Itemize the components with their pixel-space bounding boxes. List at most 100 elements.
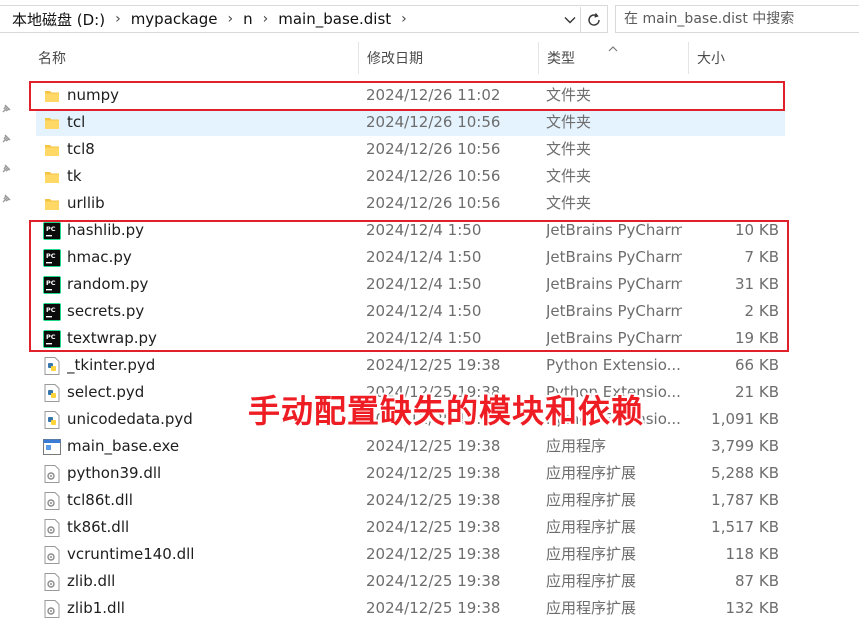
file-name: python39.dll xyxy=(67,464,162,482)
file-date: 2024/12/26 10:56 xyxy=(366,194,501,212)
file-name: _tkinter.pyd xyxy=(67,356,156,374)
file-name: select.pyd xyxy=(67,383,145,401)
breadcrumb-item-n[interactable]: n xyxy=(239,10,257,28)
file-date: 2024/12/26 11:02 xyxy=(366,86,501,104)
file-row[interactable]: zlib1.dll 2024/12/25 19:38 应用程序扩展 132 KB xyxy=(36,595,785,622)
file-date: 2024/12/25 19:38 xyxy=(366,491,501,509)
file-row[interactable]: main_base.exe 2024/12/25 19:38 应用程序 3,799 K… xyxy=(36,433,785,460)
annotation-text: 手动配置缺失的模块和依赖 xyxy=(248,392,645,430)
file-row[interactable]: vcruntime140.dll 2024/12/25 19:38 应用程序扩展 11… xyxy=(36,541,785,568)
breadcrumb-item-main-base-dist[interactable]: main_base.dist xyxy=(274,10,395,28)
folder-icon xyxy=(42,190,62,217)
dll-icon xyxy=(42,568,62,595)
folder-icon xyxy=(42,82,62,109)
file-size: 118 KB xyxy=(725,545,779,563)
refresh-icon[interactable] xyxy=(580,7,607,33)
file-name: urllib xyxy=(67,194,105,212)
column-headers: 名称 修改日期 类型 大小 xyxy=(30,42,859,74)
breadcrumb-chevron-icon[interactable]: › xyxy=(395,11,413,27)
file-type: 文件夹 xyxy=(546,113,592,131)
column-header-name[interactable]: 名称 xyxy=(30,42,358,74)
file-row[interactable]: PC random.py 2024/12/4 1:50 JetBrains PyCha… xyxy=(36,271,785,298)
dll-icon xyxy=(42,487,62,514)
file-row[interactable]: PC hashlib.py 2024/12/4 1:50 JetBrains PyCh… xyxy=(36,217,785,244)
file-type: 应用程序扩展 xyxy=(546,572,637,590)
file-date: 2024/12/25 19:38 xyxy=(366,356,501,374)
file-name: tk86t.dll xyxy=(67,518,130,536)
file-row[interactable]: tk86t.dll 2024/12/25 19:38 应用程序扩展 1,517 KB xyxy=(36,514,785,541)
breadcrumb: 本地磁盘 (D:) › mypackage › n › main_base.di… xyxy=(8,6,413,32)
folder-icon xyxy=(42,163,62,190)
file-type: 应用程序扩展 xyxy=(546,518,637,536)
breadcrumb-chevron-icon[interactable]: › xyxy=(222,11,240,27)
file-type: JetBrains PyCharm xyxy=(546,275,682,293)
pycharm-icon: PC xyxy=(42,244,62,271)
file-type: 文件夹 xyxy=(546,194,592,212)
file-size: 1,091 KB xyxy=(711,410,779,428)
pycharm-icon: PC xyxy=(42,325,62,352)
breadcrumb-item-mypackage[interactable]: mypackage xyxy=(127,10,222,28)
pin-icon[interactable] xyxy=(0,160,12,173)
file-row[interactable]: PC hmac.py 2024/12/4 1:50 JetBrains PyCharm… xyxy=(36,244,785,271)
file-name: tcl86t.dll xyxy=(67,491,133,509)
file-size xyxy=(696,109,779,136)
file-date: 2024/12/4 1:50 xyxy=(366,275,482,293)
folder-row[interactable]: numpy 2024/12/26 11:02 文件夹 xyxy=(36,82,785,109)
file-name: textwrap.py xyxy=(67,329,157,347)
pin-icon[interactable] xyxy=(0,130,12,143)
file-date: 2024/12/26 10:56 xyxy=(366,140,501,158)
file-size xyxy=(696,136,779,163)
file-size: 1,517 KB xyxy=(711,518,779,536)
file-row[interactable]: PC secrets.py 2024/12/4 1:50 JetBrains PyCh… xyxy=(36,298,785,325)
file-size: 66 KB xyxy=(735,356,779,374)
column-header-date[interactable]: 修改日期 xyxy=(358,42,538,74)
python-file-icon xyxy=(42,379,62,406)
file-date: 2024/12/4 1:50 xyxy=(366,329,482,347)
file-name: hashlib.py xyxy=(67,221,145,239)
folder-row[interactable]: urllib 2024/12/26 10:56 文件夹 xyxy=(36,190,785,217)
file-date: 2024/12/26 10:56 xyxy=(366,113,501,131)
column-header-size[interactable]: 大小 xyxy=(688,42,788,74)
file-size: 5,288 KB xyxy=(711,464,779,482)
pin-icon[interactable] xyxy=(0,100,12,113)
file-name: vcruntime140.dll xyxy=(67,545,195,563)
file-name: hmac.py xyxy=(67,248,132,266)
address-history-dropdown-icon[interactable] xyxy=(561,10,579,30)
file-size: 87 KB xyxy=(735,572,779,590)
folder-icon xyxy=(42,109,62,136)
file-row[interactable]: tcl86t.dll 2024/12/25 19:38 应用程序扩展 1,787 KB xyxy=(36,487,785,514)
folder-row[interactable]: tk 2024/12/26 10:56 文件夹 xyxy=(36,163,785,190)
file-row[interactable]: _tkinter.pyd 2024/12/25 19:38 Python Exten… xyxy=(36,352,785,379)
file-date: 2024/12/25 19:38 xyxy=(366,437,501,455)
svg-text:PC: PC xyxy=(46,225,56,233)
breadcrumb-item-drive[interactable]: 本地磁盘 (D:) xyxy=(8,9,109,30)
file-size xyxy=(696,190,779,217)
file-type: 应用程序扩展 xyxy=(546,545,637,563)
search-box[interactable] xyxy=(615,5,859,33)
file-size: 2 KB xyxy=(744,302,779,320)
file-size xyxy=(696,163,779,190)
file-size: 21 KB xyxy=(735,383,779,401)
breadcrumb-chevron-icon[interactable]: › xyxy=(109,11,127,27)
file-name: random.py xyxy=(67,275,149,293)
file-date: 2024/12/25 19:38 xyxy=(366,545,501,563)
file-type: 应用程序 xyxy=(546,437,607,455)
svg-text:PC: PC xyxy=(46,333,56,341)
folder-row[interactable]: tcl 2024/12/26 10:56 文件夹 xyxy=(36,109,785,136)
address-bar[interactable]: 本地磁盘 (D:) › mypackage › n › main_base.di… xyxy=(0,5,608,33)
navigation-pane xyxy=(0,37,17,637)
column-header-type[interactable]: 类型 xyxy=(538,42,688,74)
file-name: main_base.exe xyxy=(67,437,180,455)
pycharm-icon: PC xyxy=(42,271,62,298)
breadcrumb-chevron-icon[interactable]: › xyxy=(257,11,275,27)
file-name: zlib1.dll xyxy=(67,599,125,617)
file-row[interactable]: zlib.dll 2024/12/25 19:38 应用程序扩展 87 KB xyxy=(36,568,785,595)
file-row[interactable]: python39.dll 2024/12/25 19:38 应用程序扩展 5,288 … xyxy=(36,460,785,487)
file-type: 应用程序扩展 xyxy=(546,491,637,509)
svg-text:PC: PC xyxy=(46,252,56,260)
folder-row[interactable]: tcl8 2024/12/26 10:56 文件夹 xyxy=(36,136,785,163)
file-row[interactable]: PC textwrap.py 2024/12/4 1:50 JetBrains PyC… xyxy=(36,325,785,352)
search-input[interactable] xyxy=(624,9,849,29)
pin-icon[interactable] xyxy=(0,190,12,203)
python-file-icon xyxy=(42,406,62,433)
